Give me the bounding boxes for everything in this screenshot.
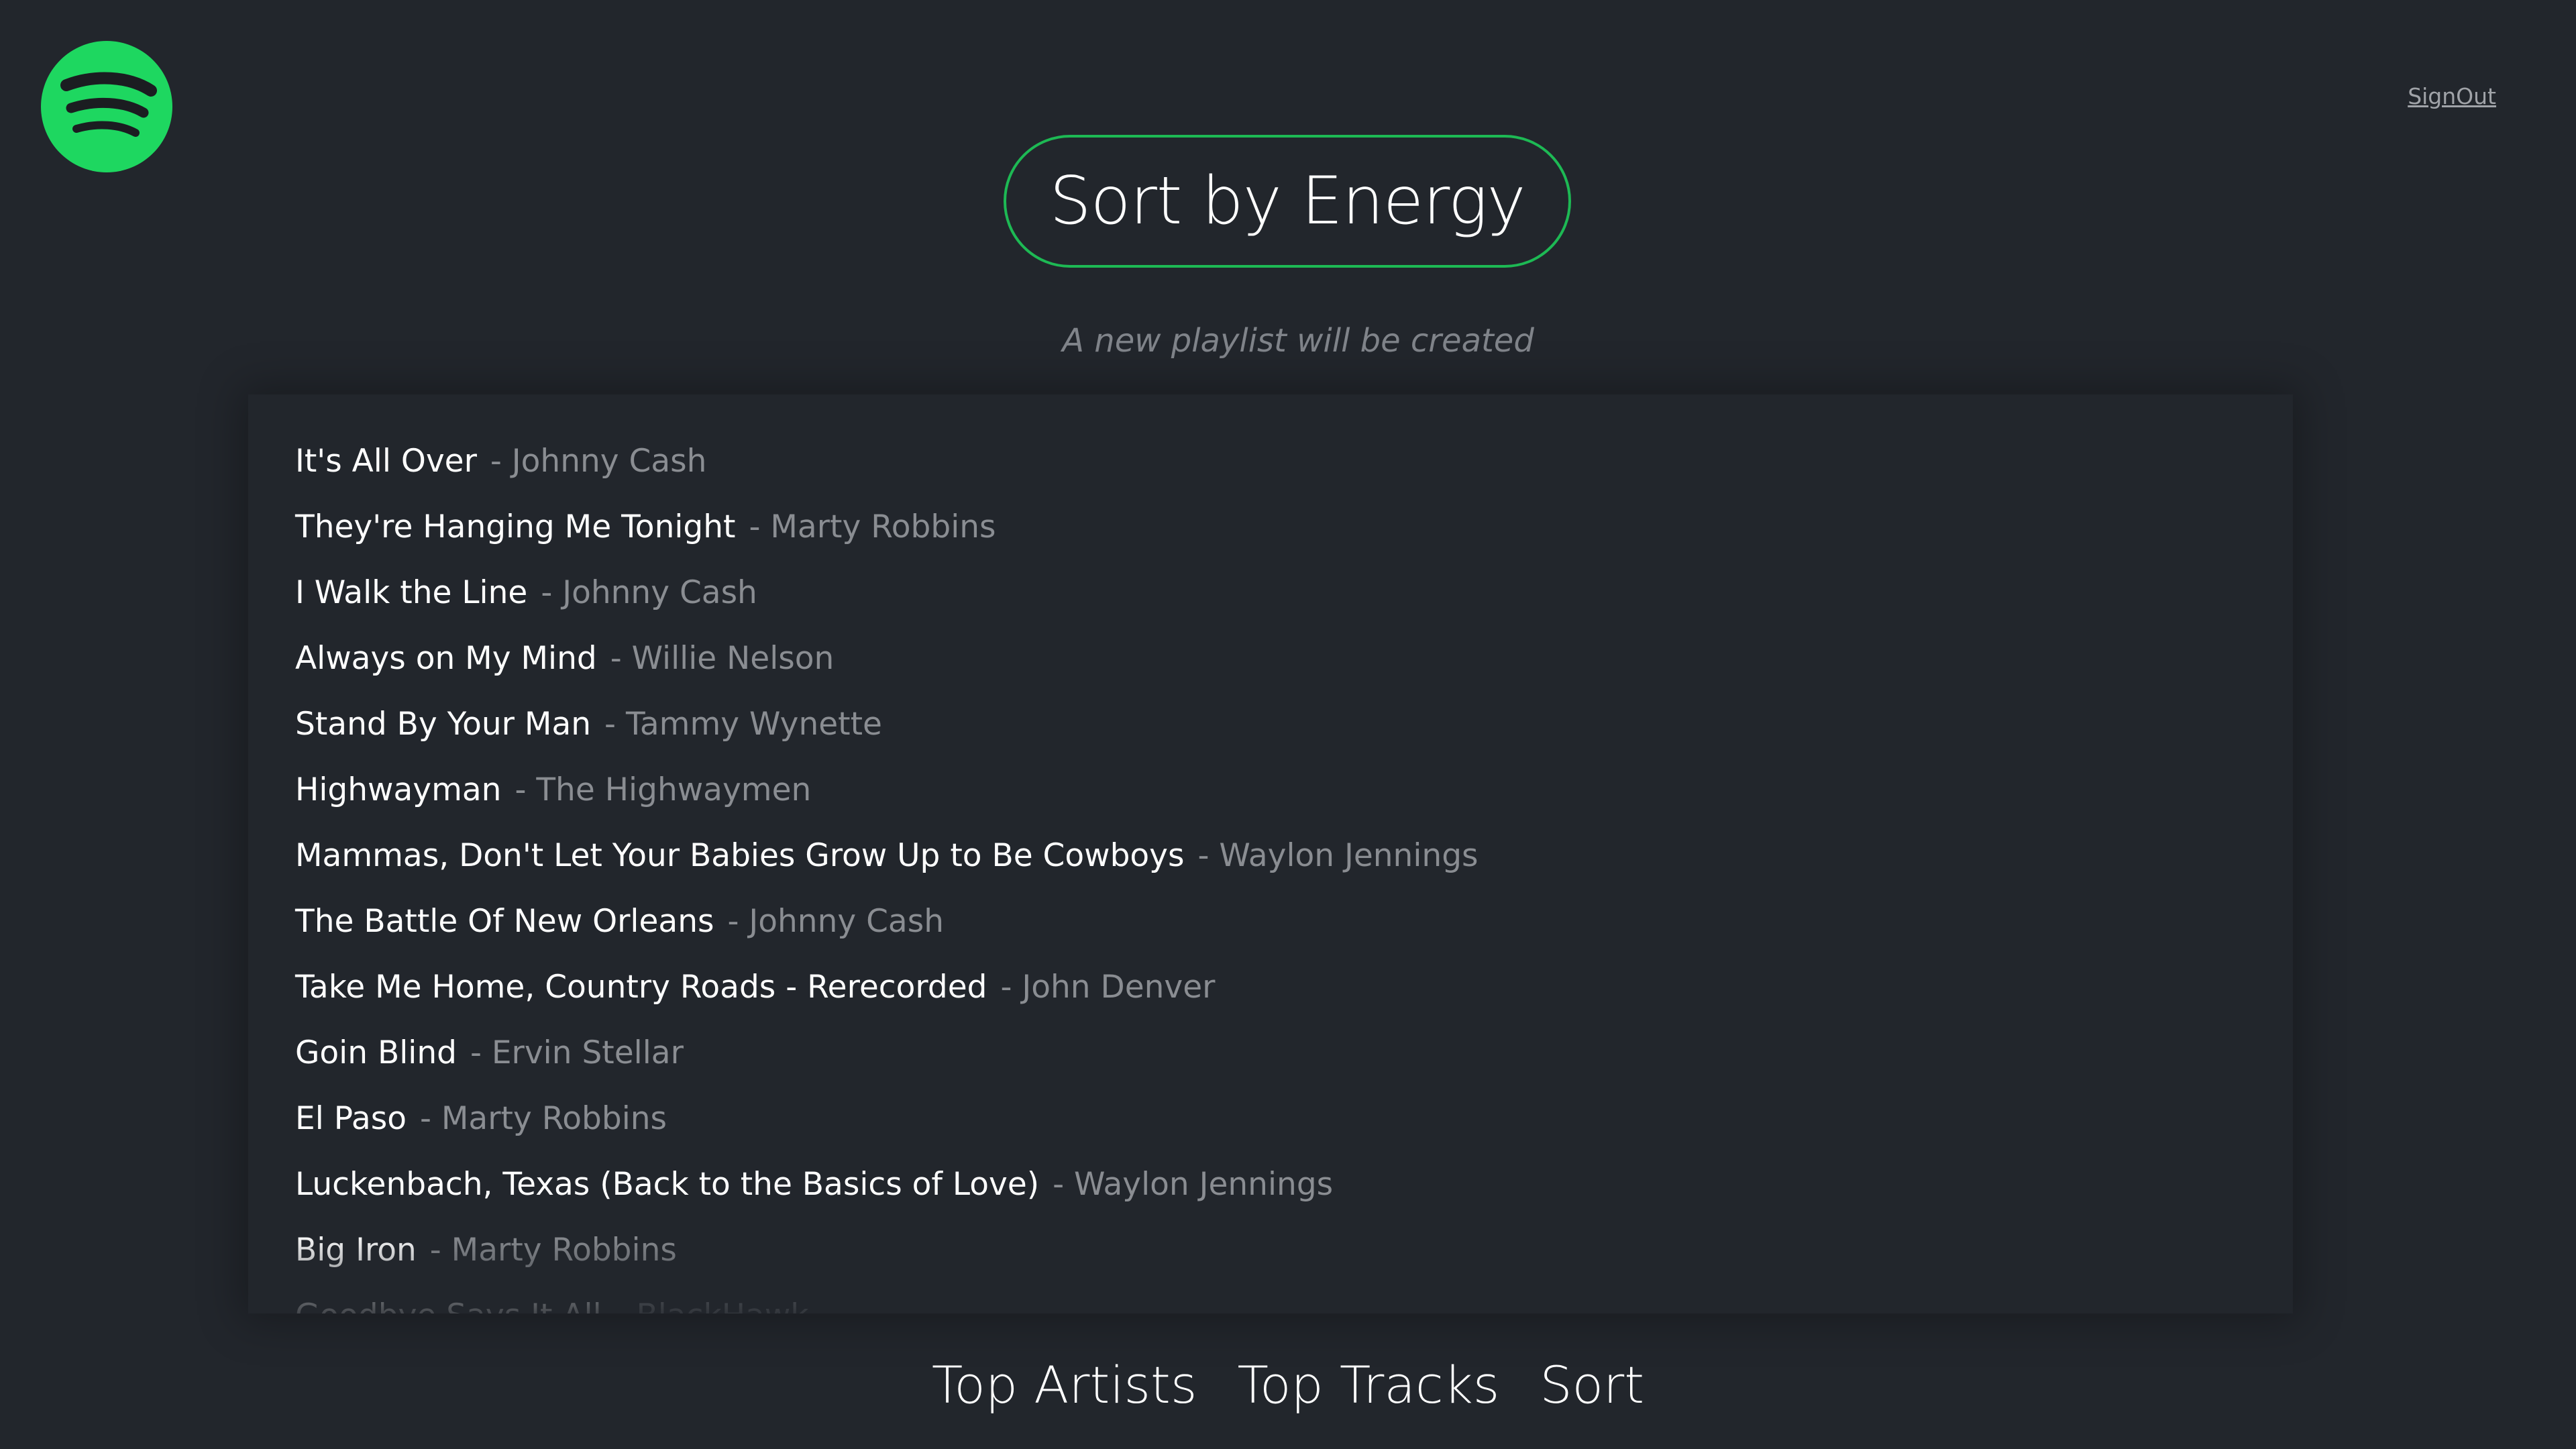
track-name: Always on My Mind — [295, 639, 597, 677]
track-artist: - Marty Robbins — [749, 508, 996, 545]
track-item[interactable]: Goodbye Says It All - BlackHawk — [295, 1283, 1479, 1314]
track-item[interactable]: Highwayman - The Highwaymen — [295, 757, 1479, 822]
track-name: Luckenbach, Texas (Back to the Basics of… — [295, 1165, 1040, 1203]
app-page: SignOut Sort by Energy A new playlist wi… — [0, 0, 2576, 1449]
track-item[interactable]: The Battle Of New Orleans - Johnny Cash — [295, 888, 1479, 954]
track-artist: - Willie Nelson — [610, 639, 835, 677]
track-item[interactable]: Stand By Your Man - Tammy Wynette — [295, 691, 1479, 757]
sort-by-energy-button[interactable]: Sort by Energy — [1004, 135, 1571, 268]
track-item[interactable]: Take Me Home, Country Roads - Rerecorded… — [295, 954, 1479, 1020]
track-artist: - Tammy Wynette — [604, 705, 882, 743]
track-item[interactable]: Big Iron - Marty Robbins — [295, 1217, 1479, 1283]
track-item[interactable]: Luckenbach, Texas (Back to the Basics of… — [295, 1151, 1479, 1217]
nav-top-tracks[interactable]: Top Tracks — [1237, 1355, 1499, 1415]
track-artist: - Waylon Jennings — [1053, 1165, 1334, 1203]
track-item[interactable]: I Walk the Line - Johnny Cash — [295, 559, 1479, 625]
track-artist: - John Denver — [1000, 968, 1216, 1006]
track-artist: - Johnny Cash — [541, 574, 757, 611]
track-artist: - Waylon Jennings — [1197, 837, 1479, 874]
track-name: The Battle Of New Orleans — [295, 902, 714, 940]
track-artist: - The Highwaymen — [515, 771, 812, 808]
track-name: Mammas, Don't Let Your Babies Grow Up to… — [295, 837, 1185, 874]
track-name: Take Me Home, Country Roads - Rerecorded — [295, 968, 987, 1006]
track-name: El Paso — [295, 1099, 407, 1137]
spotify-logo-icon[interactable] — [41, 41, 172, 172]
track-item[interactable]: It's All Over - Johnny Cash — [295, 428, 1479, 494]
playlist-notice: A new playlist will be created — [1062, 322, 1534, 360]
track-artist: - Marty Robbins — [429, 1231, 677, 1269]
track-item[interactable]: Mammas, Don't Let Your Babies Grow Up to… — [295, 822, 1479, 888]
track-name: Highwayman — [295, 771, 502, 808]
track-name: Goin Blind — [295, 1034, 457, 1071]
bottom-nav: Top Artists Top Tracks Sort — [0, 1355, 2576, 1415]
track-artist: - Ervin Stellar — [470, 1034, 684, 1071]
track-name: They're Hanging Me Tonight — [295, 508, 736, 545]
track-list: It's All Over - Johnny Cash They're Hang… — [295, 428, 1479, 1314]
track-name: It's All Over — [295, 442, 477, 480]
nav-sort[interactable]: Sort — [1540, 1355, 1644, 1415]
track-item[interactable]: Goin Blind - Ervin Stellar — [295, 1020, 1479, 1085]
track-artist: - BlackHawk — [615, 1297, 809, 1314]
track-name: Stand By Your Man — [295, 705, 592, 743]
track-list-panel[interactable]: It's All Over - Johnny Cash They're Hang… — [248, 394, 2293, 1313]
track-name: I Walk the Line — [295, 574, 528, 611]
track-artist: - Johnny Cash — [490, 442, 707, 480]
track-name: Goodbye Says It All — [295, 1297, 602, 1314]
track-name: Big Iron — [295, 1231, 417, 1269]
track-item[interactable]: They're Hanging Me Tonight - Marty Robbi… — [295, 494, 1479, 559]
track-item[interactable]: El Paso - Marty Robbins — [295, 1085, 1479, 1151]
signout-link[interactable]: SignOut — [2408, 83, 2496, 109]
track-artist: - Johnny Cash — [727, 902, 945, 940]
track-item[interactable]: Always on My Mind - Willie Nelson — [295, 625, 1479, 691]
track-artist: - Marty Robbins — [419, 1099, 667, 1137]
nav-top-artists[interactable]: Top Artists — [932, 1355, 1197, 1415]
